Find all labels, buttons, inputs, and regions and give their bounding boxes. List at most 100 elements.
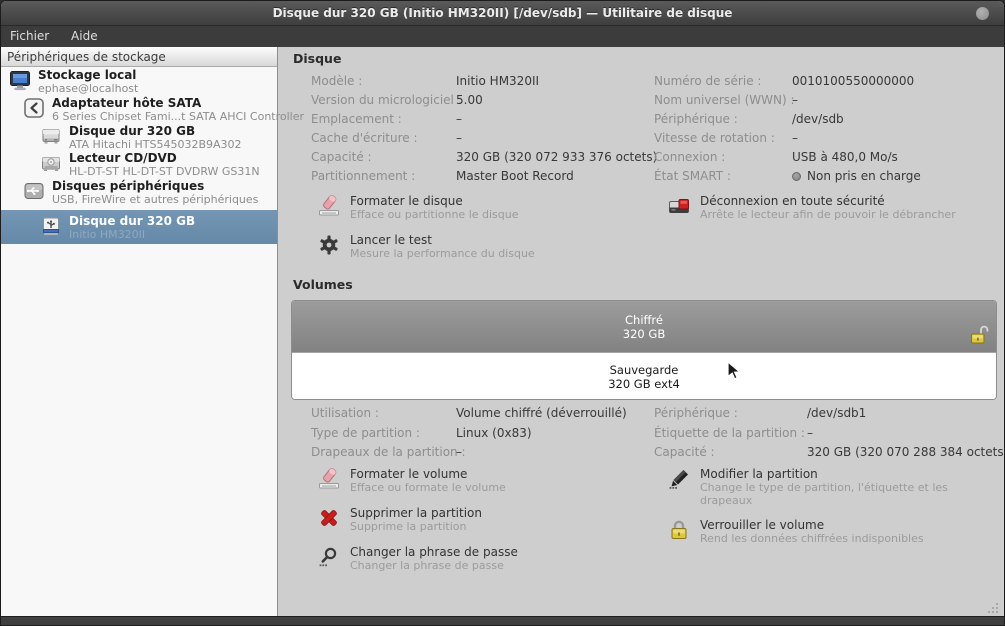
encrypted-volume-name: Chiffré [625,313,663,327]
red-x-icon [317,506,341,530]
sidebar-item-title: Stockage local [38,68,138,82]
computer-icon [8,68,32,92]
eraser-icon [317,467,341,491]
detail-label: Nom universel (WWN) : [654,93,792,107]
format-disk-button[interactable]: Formater le disque Efface ou partitionne… [317,194,647,221]
detail-label: Cache d'écriture : [311,131,456,145]
eraser-icon [317,194,341,218]
sidebar: Périphériques de stockage Stockage local… [1,47,278,618]
filesystem-volume-size: 320 GB ext4 [608,377,680,391]
detail-label: Numéro de série : [654,74,792,88]
detail-value: – [456,131,462,145]
pencil-icon [667,467,691,491]
sidebar-item-subtitle: ATA Hitachi HTS545032B9A302 [69,138,242,151]
filesystem-volume-band[interactable]: Sauvegarde 320 GB ext4 [292,353,996,400]
padlock-open-icon [969,324,989,349]
safe-removal-icon [667,194,691,218]
sidebar-item-title: Adaptateur hôte SATA [52,96,304,110]
detail-value: /dev/sdb1 [807,406,866,420]
detail-label: État SMART : [654,169,792,183]
usb-harddisk-icon [39,214,63,238]
action-title: Formater le volume [350,467,506,481]
change-passphrase-button[interactable]: Changer la phrase de passe Changer la ph… [317,545,627,572]
safe-removal-button[interactable]: Déconnexion en toute sécurité Arrête le … [667,194,997,221]
action-subtitle: Supprime la partition [350,520,482,533]
delete-partition-button[interactable]: Supprimer la partition Supprime la parti… [317,506,627,533]
action-subtitle: Changer la phrase de passe [350,559,518,572]
detail-value: – [456,445,462,459]
volume-details-left: Utilisation :Volume chiffré (déverrouill… [311,406,627,465]
detail-value: – [792,93,798,107]
detail-value: /dev/sdb [792,112,844,126]
sidebar-item-usb-disk-selected[interactable]: Disque dur 320 GB Initio HM320II [1,210,277,244]
benchmark-button[interactable]: Lancer le test Mesure la performance du … [317,233,647,260]
edit-partition-button[interactable]: Modifier la partition Change le type de … [667,467,987,507]
titlebar[interactable]: Disque dur 320 GB (Initio HM320II) [/dev… [1,1,1004,26]
action-title: Supprimer la partition [350,506,482,520]
detail-value: – [807,426,813,440]
smart-status-dot [792,172,801,181]
window-bottom-edge [1,616,1004,625]
action-subtitle: Efface ou partitionne le disque [350,208,519,221]
action-title: Lancer le test [350,233,535,247]
sidebar-item-internal-disk[interactable]: Disque dur 320 GB ATA Hitachi HTS545032B… [1,124,277,151]
detail-value: Linux (0x83) [456,426,532,440]
disk-utility-window: Disque dur 320 GB (Initio HM320II) [/dev… [0,0,1005,626]
sidebar-item-subtitle: HL-DT-ST HL-DT-ST DVDRW GS31N [69,165,260,178]
menu-aide[interactable]: Aide [62,26,107,43]
action-subtitle: Mesure la performance du disque [350,247,535,260]
detail-value: Master Boot Record [456,169,574,183]
sidebar-item-sata-adapter[interactable]: Adaptateur hôte SATA 6 Series Chipset Fa… [1,96,277,123]
volume-details-right: Périphérique :/dev/sdb1 Étiquette de la … [654,406,1005,465]
detail-label: Périphérique : [654,112,792,126]
lock-volume-button[interactable]: Verrouiller le volume Rend les données c… [667,518,987,545]
detail-label: Capacité : [311,150,456,164]
detail-value: 0010100550000000 [792,74,914,88]
menu-fichier[interactable]: Fichier [1,26,58,43]
window-title: Disque dur 320 GB (Initio HM320II) [/dev… [1,6,1004,20]
sidebar-item-local-storage[interactable]: Stockage local ephase@localhost [1,68,277,95]
encrypted-volume-band[interactable]: Chiffré 320 GB [292,301,996,353]
detail-label: Emplacement : [311,112,456,126]
sidebar-item-title: Disques périphériques [52,179,258,193]
resize-grip[interactable] [986,600,1000,614]
sidebar-item-title: Disque dur 320 GB [69,124,242,138]
sidebar-item-peripheral-devices[interactable]: Disques périphériques USB, FireWire et a… [1,179,277,206]
optical-drive-icon [39,151,63,175]
sidebar-item-cd-dvd-drive[interactable]: Lecteur CD/DVD HL-DT-ST HL-DT-ST DVDRW G… [1,151,277,178]
action-title: Formater le disque [350,194,519,208]
key-icon [317,545,341,569]
volume-layout-widget: Chiffré 320 GB Sauvegarde 320 GB ext4 [291,300,997,400]
detail-value: Volume chiffré (déverrouillé) [456,406,627,420]
detail-value: Initio HM320II [456,74,539,88]
detail-value: 5.00 [456,93,483,107]
detail-label: Partitionnement : [311,169,456,183]
window-control-button[interactable] [976,7,989,20]
detail-label: Drapeaux de la partition : [311,445,456,459]
disk-details-left: Modèle :Initio HM320II Version du microl… [311,74,657,188]
menubar: Fichier Aide [1,26,1004,47]
detail-label: Capacité : [654,445,807,459]
usb-enclosure-icon [22,179,46,203]
sidebar-item-subtitle: 6 Series Chipset Fami...t SATA AHCI Cont… [52,110,304,123]
sidebar-item-title: Disque dur 320 GB [69,214,195,228]
detail-value: – [456,112,462,126]
detail-value: – [792,131,798,145]
padlock-closed-icon [667,518,691,542]
action-subtitle: Rend les données chiffrées indisponibles [700,532,924,545]
detail-label: Modèle : [311,74,456,88]
detail-value: Non pris en charge [807,169,921,183]
format-volume-button[interactable]: Formater le volume Efface ou formate le … [317,467,627,494]
filesystem-volume-name: Sauvegarde [610,363,679,377]
disk-details-right: Numéro de série :0010100550000000 Nom un… [654,74,921,188]
sidebar-item-title: Lecteur CD/DVD [69,151,260,165]
harddisk-icon [39,124,63,148]
detail-value: USB à 480,0 Mo/s [792,150,898,164]
action-title: Déconnexion en toute sécurité [700,194,956,208]
action-subtitle: Arrête le lecteur afin de pouvoir le déb… [700,208,956,221]
cursor-arrow [727,361,745,385]
smart-status: Non pris en charge [792,169,921,183]
sata-adapter-icon [22,96,46,120]
sidebar-item-subtitle: ephase@localhost [38,82,138,95]
disk-section-title: Disque [293,51,341,66]
